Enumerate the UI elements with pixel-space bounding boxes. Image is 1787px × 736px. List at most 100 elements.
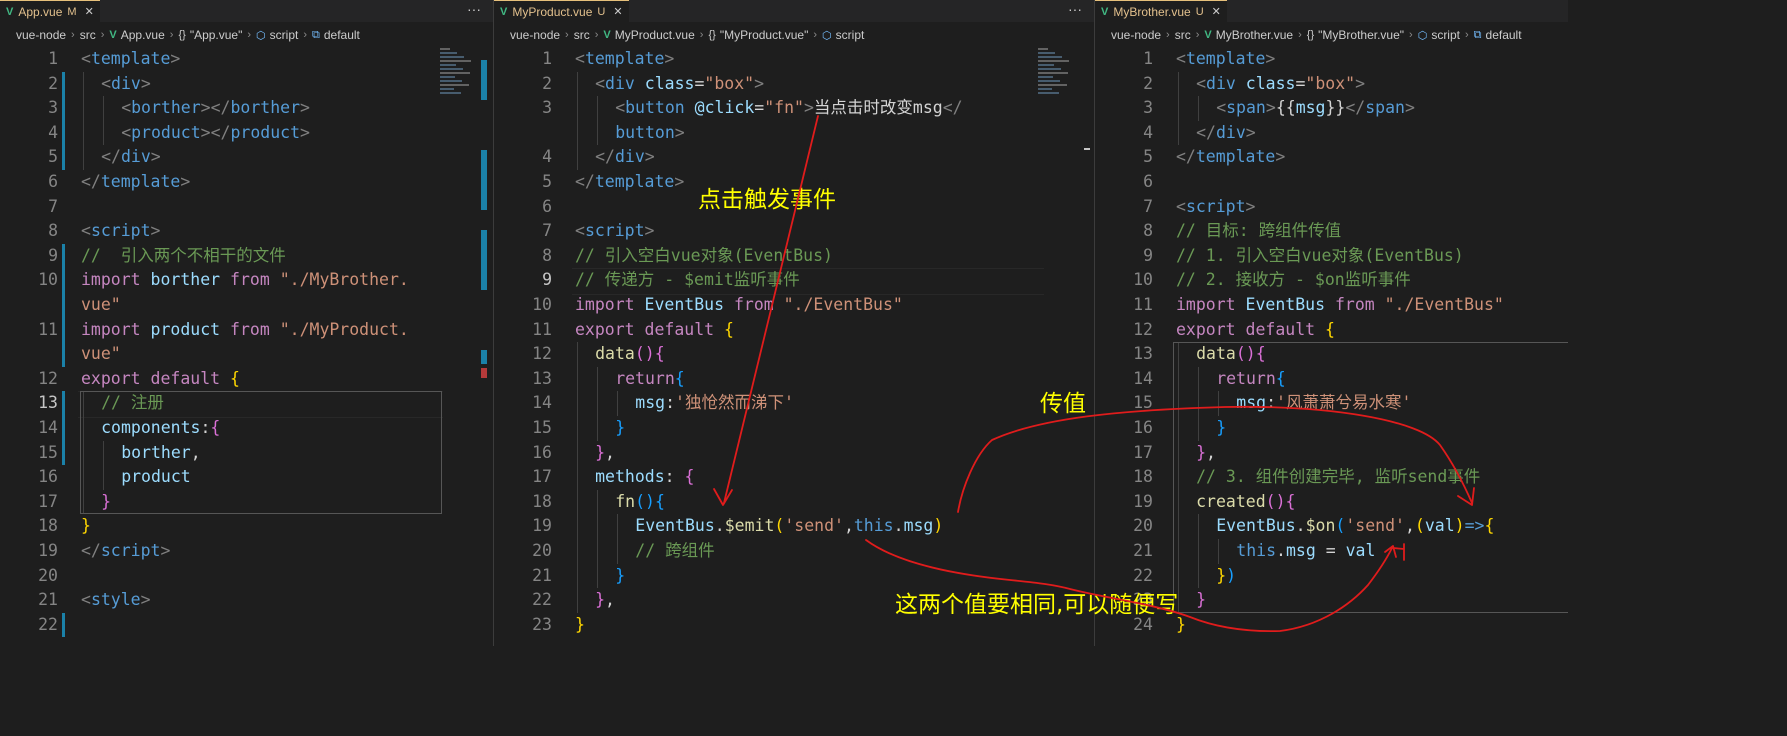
code-text: export default { — [575, 318, 734, 343]
code-token: ></ — [200, 98, 231, 118]
code-text: // 1. 引入空白vue对象(EventBus) — [1176, 244, 1464, 269]
minimap-line — [1038, 48, 1048, 50]
line-number: 14 — [1133, 368, 1153, 388]
line-number: 14 — [38, 418, 58, 437]
tab-myproduct[interactable]: V MyProduct.vue U ✕ — [494, 0, 629, 22]
tab-app[interactable]: V App.vue M ✕ — [0, 0, 100, 22]
code-token: { — [1325, 319, 1335, 339]
more-actions-icon[interactable]: ··· — [467, 0, 481, 22]
vue-file-icon: V — [1101, 5, 1109, 18]
code-token: } — [81, 516, 91, 536]
code-token: > — [674, 122, 685, 142]
chevron-right-icon: › — [699, 29, 704, 41]
code-token: < — [81, 221, 91, 241]
code-line: 9 // 1. 引入空白vue对象(EventBus) — [1095, 244, 1568, 269]
minimap-line — [440, 92, 461, 94]
code-line: 9 // 传递方 - $emit监听事件 — [494, 268, 1094, 293]
code-token: // 目标: 跨组件传值 — [1176, 221, 1342, 241]
breadcrumb-item[interactable]: src — [80, 28, 96, 42]
code-editor[interactable]: 1 <template> 2 <div class="box"> 3 <span>{{ms… — [1095, 47, 1568, 646]
code-text: <script> — [81, 219, 160, 244]
breadcrumb-item[interactable]: src — [574, 28, 590, 42]
symbol-variable-icon: ⧉ — [312, 28, 320, 41]
code-line: 2 <div> — [0, 72, 493, 97]
editor-pane-myproduct[interactable]: V MyProduct.vue U ✕ ··· vue-node › src › V MyProdu… — [494, 0, 1094, 646]
minimap-line — [1038, 68, 1061, 70]
breadcrumb-item[interactable]: src — [1175, 28, 1191, 42]
breadcrumb-item[interactable]: "MyProduct.vue" — [720, 28, 809, 42]
editor-pane-app[interactable]: V App.vue M ✕ ··· vue-node › src › V App.vue › {} "Ap… — [0, 0, 493, 646]
close-icon[interactable]: ✕ — [85, 5, 94, 18]
indent-guide — [597, 489, 599, 515]
scrollbar-marker — [481, 230, 487, 290]
close-icon[interactable]: ✕ — [1212, 5, 1221, 18]
breadcrumb-item[interactable]: vue-node — [510, 28, 560, 42]
line-number: 19 — [1133, 491, 1153, 511]
code-text: import product from "./MyProduct. — [81, 318, 409, 343]
code-token: < — [1176, 49, 1186, 68]
annotation-click-trigger: 点击触发事件 — [698, 187, 836, 213]
line-number: 4 — [48, 122, 58, 142]
close-icon[interactable]: ✕ — [613, 5, 622, 18]
indent-guide — [577, 588, 578, 613]
minimap[interactable] — [1038, 46, 1076, 106]
code-line: 18} — [0, 514, 493, 539]
code-editor[interactable]: 1 <template> 2 <div class="box"> 3 <button @c… — [494, 47, 1094, 646]
line-number: 8 — [48, 221, 58, 241]
minimap-line — [440, 76, 455, 78]
code-line: 8 // 目标: 跨组件传值 — [1095, 219, 1568, 244]
breadcrumb-item[interactable]: script — [270, 28, 299, 42]
code-token: msg — [1295, 98, 1326, 118]
line-number: 3 — [1143, 98, 1153, 118]
code-token: }} — [1325, 98, 1346, 118]
tab-mybrother[interactable]: V MyBrother.vue U ✕ — [1095, 0, 1227, 22]
code-text: <script> — [1176, 195, 1255, 220]
code-line: 18 fn(){ — [494, 490, 1094, 515]
line-number: 3 — [542, 98, 552, 118]
breadcrumb-item[interactable]: MyBrother.vue — [1216, 28, 1293, 42]
line-number: 23 — [532, 614, 552, 634]
editor-pane-mybrother[interactable]: V MyBrother.vue U ✕ vue-node › src › V MyBrother.… — [1095, 0, 1568, 646]
code-token: msg — [903, 516, 934, 536]
code-token: EventBus — [1245, 295, 1335, 314]
code-token: script — [1185, 196, 1246, 216]
minimap-line — [1038, 56, 1062, 58]
breadcrumb-item[interactable]: MyProduct.vue — [615, 28, 695, 42]
code-token: data — [595, 344, 635, 364]
breadcrumb-item[interactable]: "MyBrother.vue" — [1318, 28, 1404, 42]
code-token: > — [140, 73, 151, 93]
code-text: </template> — [1176, 145, 1285, 170]
line-number: 6 — [48, 172, 58, 191]
indent-guide — [83, 71, 84, 97]
code-token: < — [1176, 196, 1186, 216]
code-token: < — [575, 221, 585, 241]
code-line: 4 </div> — [494, 145, 1094, 170]
code-token: } — [575, 614, 585, 634]
code-token: </ — [1176, 147, 1196, 167]
code-token: < — [615, 98, 626, 118]
breadcrumb-item[interactable]: App.vue — [121, 28, 165, 42]
breadcrumb-item[interactable]: "App.vue" — [190, 28, 243, 42]
code-line: 19 EventBus.$emit('send',this.msg) — [494, 514, 1094, 539]
code-editor[interactable]: 1 <template> 2 <div> 3 <borther></borther> 4 <p… — [0, 47, 493, 646]
breadcrumb-item[interactable]: vue-node — [16, 28, 66, 42]
code-token: > — [644, 221, 655, 241]
line-number: 2 — [542, 73, 552, 93]
code-token: > — [1245, 122, 1256, 142]
breadcrumb-item[interactable]: vue-node — [1111, 28, 1161, 42]
more-actions-icon[interactable]: ··· — [1068, 0, 1082, 22]
breadcrumb-item[interactable]: script — [836, 28, 865, 42]
code-line: 1 <template> — [0, 47, 493, 72]
code-line: 10 import EventBus from "./EventBus" — [494, 293, 1094, 318]
code-token: { — [654, 491, 665, 511]
code-line: 8 // 引入空白vue对象(EventBus) — [494, 244, 1094, 269]
indent-guide — [597, 96, 599, 121]
breadcrumb-item[interactable]: script — [1431, 28, 1460, 42]
breadcrumb-item[interactable]: default — [1486, 28, 1522, 42]
breadcrumb-item[interactable]: default — [324, 28, 360, 42]
code-token: { — [684, 467, 695, 487]
breadcrumb: vue-node › src › V MyBrother.vue › {} "MyBrother… — [1095, 24, 1568, 46]
code-token: // 引入两个不相干的文件 — [81, 245, 286, 265]
minimap[interactable] — [440, 46, 478, 106]
code-text: // 跨组件 — [635, 539, 714, 564]
